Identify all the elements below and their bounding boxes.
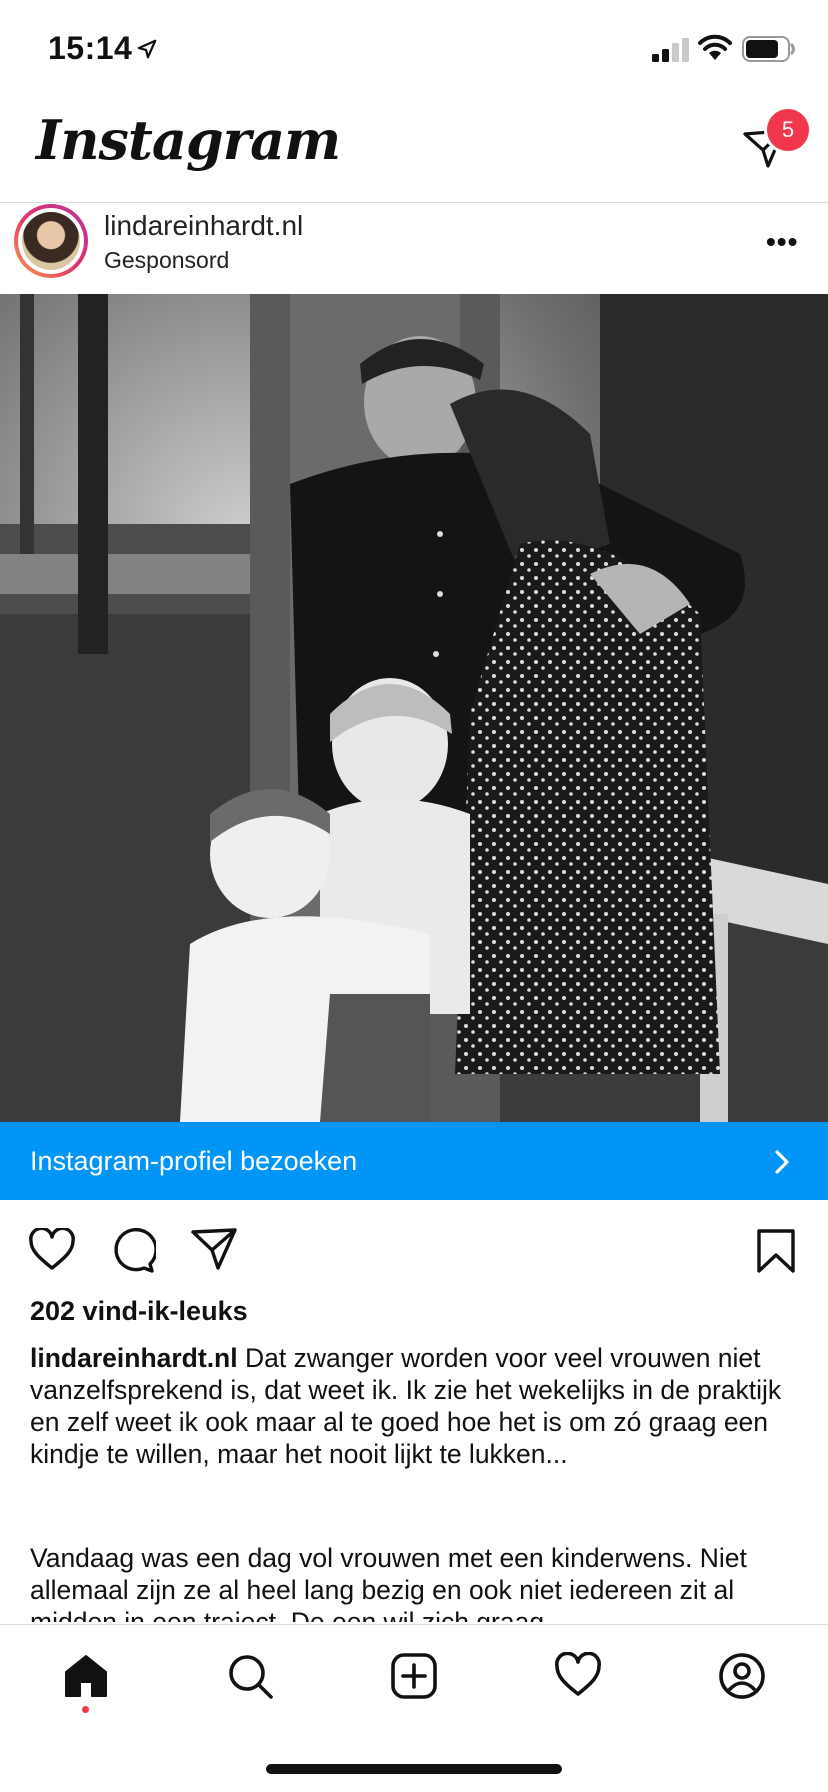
like-count[interactable]: 202 vind-ik-leuks xyxy=(30,1296,248,1327)
home-icon[interactable] xyxy=(62,1652,110,1700)
share-icon[interactable] xyxy=(190,1226,238,1272)
status-time: 15:14 xyxy=(48,30,133,66)
chevron-right-icon[interactable] xyxy=(772,1148,792,1176)
family-photo-illustration xyxy=(0,294,828,1122)
instagram-logo[interactable]: Instagram xyxy=(36,108,341,172)
caption-username[interactable]: lindareinhardt.nl xyxy=(30,1343,238,1373)
avatar[interactable] xyxy=(22,212,80,270)
tab-bar-divider xyxy=(0,1624,828,1625)
post-caption-continued: Vandaag was een dag vol vrouwen met een … xyxy=(30,1543,747,1622)
cellular-signal-icon xyxy=(652,38,689,62)
like-heart-icon[interactable] xyxy=(28,1228,76,1272)
sponsored-label: Gesponsord xyxy=(104,247,230,273)
comment-icon[interactable] xyxy=(108,1226,156,1274)
location-arrow-icon xyxy=(137,39,157,59)
search-icon[interactable] xyxy=(226,1652,274,1700)
home-activity-dot xyxy=(82,1706,89,1713)
wifi-icon xyxy=(698,34,732,60)
more-options-icon[interactable]: ••• xyxy=(766,226,798,258)
dm-notification-badge: 5 xyxy=(764,106,812,154)
profile-icon[interactable] xyxy=(718,1652,766,1700)
post-username[interactable]: lindareinhardt.nl xyxy=(104,210,303,242)
bookmark-icon[interactable] xyxy=(756,1228,796,1274)
header-divider xyxy=(0,202,828,203)
home-indicator[interactable] xyxy=(266,1764,562,1774)
new-post-icon[interactable] xyxy=(390,1652,438,1700)
post-photo[interactable] xyxy=(0,294,828,1122)
battery-icon xyxy=(742,36,795,62)
activity-heart-icon[interactable] xyxy=(554,1652,602,1698)
post-caption: lindareinhardt.nl Dat zwanger worden voo… xyxy=(30,1342,800,1470)
cta-label[interactable]: Instagram-profiel bezoeken xyxy=(30,1146,357,1177)
